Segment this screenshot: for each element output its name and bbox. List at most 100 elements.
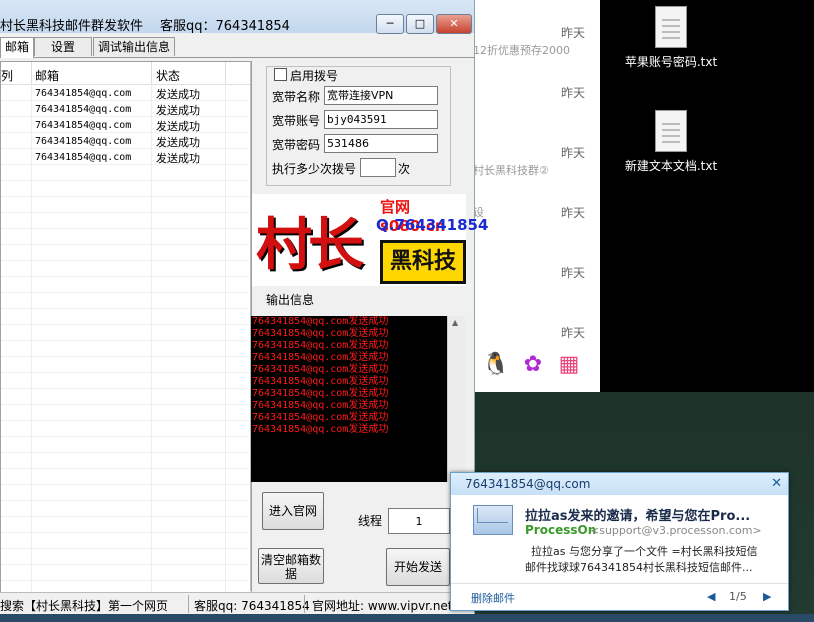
row-divider <box>1 196 249 197</box>
row-divider <box>1 548 249 549</box>
broadband-name-input[interactable] <box>324 86 438 105</box>
enable-dialup-label: 启用拨号 <box>290 69 339 83</box>
maximize-button[interactable]: □ <box>406 14 434 34</box>
row-status: 发送成功 <box>156 120 200 133</box>
column-header-index[interactable]: 列 <box>1 67 13 84</box>
chat-date: 昨天 <box>560 86 585 100</box>
qq-penguin-icon[interactable]: 🐧 <box>482 352 509 378</box>
row-divider <box>1 404 249 405</box>
output-label: 输出信息 <box>266 293 315 307</box>
minimize-button[interactable]: ─ <box>376 14 404 34</box>
mail-list[interactable]: 列 邮箱 状态 764341854@qq.com 发送成功 764341854@… <box>0 61 252 593</box>
clear-mailbox-button[interactable]: 清空邮箱数据 <box>258 548 324 584</box>
row-email[interactable]: 764341854@qq.com <box>35 104 131 115</box>
flower-icon[interactable]: ✿ <box>520 352 546 378</box>
broadband-account-input[interactable] <box>324 110 438 129</box>
delete-mail-link[interactable]: 删除邮件 <box>471 590 515 606</box>
row-email[interactable]: 764341854@qq.com <box>35 120 131 131</box>
row-divider <box>1 308 249 309</box>
chat-snippet: 12折优惠预存2000 <box>473 44 570 57</box>
row-divider <box>1 100 249 101</box>
row-divider <box>1 116 249 117</box>
close-button[interactable]: ✕ <box>436 14 472 34</box>
row-divider <box>1 324 249 325</box>
notification-header: 764341854@qq.com <box>451 473 788 495</box>
title-bar[interactable]: 村长黑科技邮件群发软件 客服qq：764341854 ─ □ ✕ <box>0 0 474 34</box>
column-header-status[interactable]: 状态 <box>156 67 180 84</box>
notification-page: 1/5 <box>729 590 747 603</box>
status-qq: 客服qq: 764341854 <box>194 599 310 613</box>
qq-toolbar: 🐧 ✿ ▦ <box>482 348 592 382</box>
notification-sender-name: ProcessOn <box>525 523 597 537</box>
scroll-up-icon[interactable]: ▲ <box>452 318 458 327</box>
chat-row[interactable]: 昨天 <box>471 240 601 300</box>
output-line: 764341854@qq.com发送成功 <box>252 412 389 423</box>
notification-subject[interactable]: 拉拉as发来的邀请，希望与您在Pro... <box>525 505 750 524</box>
status-site[interactable]: 官网地址: www.vipvr.net <box>312 597 453 614</box>
dial-times-unit: 次 <box>398 162 411 176</box>
taskbar <box>0 614 814 622</box>
chat-row[interactable]: 设 昨天 <box>471 180 601 240</box>
chat-date: 昨天 <box>560 26 585 40</box>
dial-times-input[interactable] <box>360 158 396 177</box>
column-divider <box>151 62 152 84</box>
tab-mailbox[interactable]: 邮箱 <box>0 37 34 58</box>
status-divider <box>304 595 305 613</box>
column-divider <box>31 62 32 84</box>
broadband-password-input[interactable] <box>324 134 438 153</box>
row-status: 发送成功 <box>156 104 200 117</box>
status-divider <box>188 595 189 613</box>
brand-logo: 村长 官网 s080.cn Q.764341854 黑科技 <box>252 194 488 286</box>
list-header: 列 邮箱 状态 <box>1 62 251 85</box>
row-divider <box>1 244 249 245</box>
chat-snippet: 村长黑科技群② <box>473 164 549 177</box>
row-email[interactable]: 764341854@qq.com <box>35 136 131 147</box>
tab-settings[interactable]: 设置 <box>34 37 92 56</box>
chat-date: 昨天 <box>560 266 585 280</box>
chevron-left-icon[interactable]: ◀ <box>707 590 715 603</box>
thread-label: 线程 <box>358 514 383 528</box>
status-search[interactable]: 搜索【村长黑科技】第一个网页 <box>0 597 168 614</box>
apps-grid-icon[interactable]: ▦ <box>556 352 582 378</box>
row-divider <box>1 276 249 277</box>
row-divider <box>1 452 249 453</box>
row-divider <box>1 484 249 485</box>
close-icon[interactable]: ✕ <box>771 476 782 491</box>
output-line: 764341854@qq.com发送成功 <box>252 328 389 339</box>
enable-dialup-checkbox[interactable] <box>274 68 287 81</box>
column-header-email[interactable]: 邮箱 <box>35 67 59 84</box>
row-email[interactable]: 764341854@qq.com <box>35 152 131 163</box>
thread-input[interactable] <box>388 508 450 534</box>
chat-date: 昨天 <box>560 206 585 220</box>
mail-notification[interactable]: 764341854@qq.com ✕ 拉拉as发来的邀请，希望与您在Pro...… <box>450 472 789 611</box>
row-divider <box>1 356 249 357</box>
start-send-button[interactable]: 开始发送 <box>386 548 450 586</box>
desktop-file[interactable]: 苹果账号密码.txt <box>616 6 726 70</box>
logo-qq: Q.764341854 <box>376 216 489 234</box>
output-line: 764341854@qq.com发送成功 <box>252 364 389 375</box>
row-divider <box>1 180 249 181</box>
logo-badge: 黑科技 <box>380 240 466 284</box>
chat-row[interactable]: 昨天 12折优惠预存2000 <box>471 0 601 60</box>
column-divider <box>225 62 226 84</box>
row-divider <box>1 468 249 469</box>
row-divider <box>1 564 249 565</box>
official-site-button[interactable]: 进入官网 <box>262 492 324 530</box>
tab-debug-output[interactable]: 调试输出信息 <box>93 37 175 56</box>
row-divider <box>1 372 249 373</box>
notification-account: 764341854@qq.com <box>465 477 591 491</box>
row-email[interactable]: 764341854@qq.com <box>35 88 131 99</box>
output-console[interactable]: 764341854@qq.com发送成功 764341854@qq.com发送成… <box>251 316 447 482</box>
chat-row[interactable]: 昨天 村长黑科技群② <box>471 120 601 180</box>
chevron-right-icon[interactable]: ▶ <box>763 590 771 603</box>
desktop-file[interactable]: 新建文本文档.txt <box>616 110 726 174</box>
notification-footer: 删除邮件 ◀ 1/5 ▶ <box>451 583 788 611</box>
service-qq: 客服qq：764341854 <box>160 19 290 34</box>
row-status: 发送成功 <box>156 136 200 149</box>
row-divider <box>1 148 249 149</box>
output-line: 764341854@qq.com发送成功 <box>252 340 389 351</box>
output-scrollbar[interactable]: ▲ <box>447 316 465 482</box>
envelope-icon <box>473 505 513 535</box>
row-divider <box>1 212 249 213</box>
chat-row[interactable]: 昨天 <box>471 60 601 120</box>
